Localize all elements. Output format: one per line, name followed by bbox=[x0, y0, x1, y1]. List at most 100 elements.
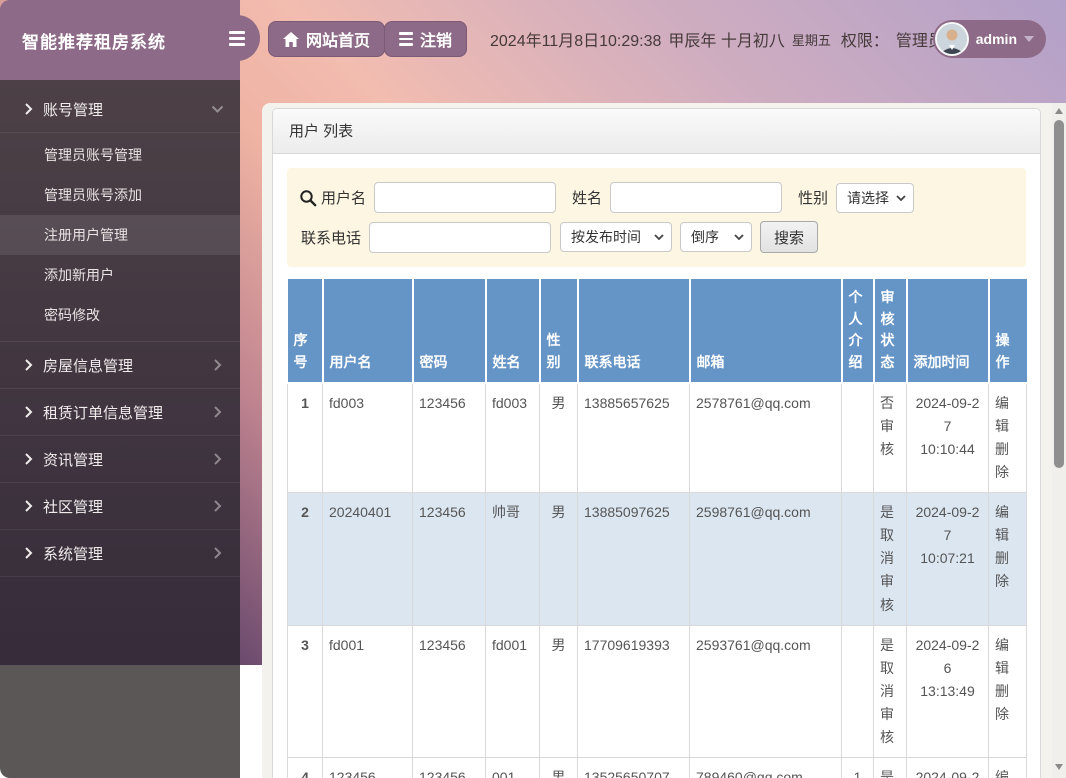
phone-input[interactable] bbox=[369, 221, 552, 253]
app-title-bar: 智能推荐租房系统 bbox=[0, 0, 240, 80]
chevron-down-icon bbox=[211, 105, 224, 114]
column-header: 添加时间 bbox=[905, 279, 989, 384]
cell-actions: 编辑 删除 bbox=[988, 757, 1027, 778]
delete-link[interactable]: 删除 bbox=[995, 441, 1009, 480]
search-button[interactable]: 搜索 bbox=[760, 221, 819, 253]
column-header: 操作 bbox=[987, 279, 1027, 384]
table-row: 1 fd003 123456 fd003 男 13885657625 2578761@qq.… bbox=[287, 382, 1027, 494]
sidebar-group-label: 房屋信息管理 bbox=[43, 357, 134, 375]
sort-order-select[interactable]: 倒序 bbox=[680, 222, 753, 252]
sidebar-group-1[interactable]: 账号管理 bbox=[0, 86, 240, 133]
chevron-right-icon bbox=[213, 406, 222, 418]
gender-select[interactable]: 请选择 bbox=[836, 182, 915, 213]
sidebar-group-6[interactable]: 系统管理 bbox=[0, 530, 240, 577]
cell-username: 20240401 bbox=[322, 492, 413, 626]
cell-actions: 编辑 删除 bbox=[988, 492, 1027, 626]
sidebar-subitem[interactable]: 管理员账号管理 bbox=[0, 135, 240, 175]
chevron-right-icon bbox=[24, 103, 33, 115]
chevron-right-icon bbox=[213, 547, 222, 559]
edit-link[interactable]: 编辑 bbox=[995, 637, 1009, 676]
table-head: 序号 用户名 密码 姓名 性别 联系电话 邮箱 个人介绍 审核状态 添加时间 操作 bbox=[287, 279, 1027, 384]
added-date: 2024-09-27 bbox=[915, 394, 980, 434]
cell-intro bbox=[841, 382, 874, 494]
cell-email: 2598761@qq.com bbox=[689, 492, 842, 626]
sidebar-subitem[interactable]: 管理员账号添加 bbox=[0, 175, 240, 215]
cell-audit-status: 是 取消审核 bbox=[873, 757, 907, 778]
column-header: 审核状态 bbox=[872, 279, 907, 384]
cell-name: fd003 bbox=[485, 382, 540, 494]
table-row: 3 fd001 123456 fd001 男 17709619393 2593761@qq.… bbox=[287, 624, 1027, 759]
top-header: 网站首页 注销 2024年11月8日10:29:38 甲辰年 十月初八 星期五 … bbox=[240, 0, 1066, 80]
logout-button-label: 注销 bbox=[420, 33, 453, 50]
column-header: 邮箱 bbox=[688, 279, 842, 384]
cell-username: 123456 bbox=[322, 757, 413, 778]
cell-password: 123456 bbox=[412, 624, 486, 759]
edit-link[interactable]: 编辑 bbox=[995, 504, 1009, 543]
cell-added-time: 2024-09-2611:07:43 bbox=[906, 757, 989, 778]
sidebar-subitem[interactable]: 密码修改 bbox=[0, 295, 240, 335]
cell-phone: 13525650707 bbox=[577, 757, 690, 778]
cell-seq: 3 bbox=[287, 624, 323, 759]
delete-link[interactable]: 删除 bbox=[995, 683, 1009, 722]
column-header: 序号 bbox=[287, 279, 323, 384]
sidebar-group-4[interactable]: 资讯管理 bbox=[0, 436, 240, 483]
chevron-right-icon bbox=[24, 547, 33, 559]
username-input[interactable] bbox=[374, 182, 557, 213]
column-header: 性别 bbox=[538, 279, 578, 384]
scrollbar-thumb[interactable] bbox=[1054, 120, 1064, 468]
audit-action-link[interactable]: 审核 bbox=[880, 418, 894, 457]
user-list-card: 用户 列表 用户名 姓名 性别 请选择 联系电话 按发布时间 倒序 搜索 序号 … bbox=[272, 108, 1041, 778]
cell-intro: 1 bbox=[841, 757, 874, 778]
card-header: 用户 列表 bbox=[273, 109, 1040, 154]
scroll-down-arrow[interactable] bbox=[1055, 764, 1063, 770]
audit-action-link[interactable]: 取消审核 bbox=[880, 527, 894, 612]
cell-intro bbox=[841, 624, 874, 759]
home-button-label: 网站首页 bbox=[306, 33, 371, 50]
chevron-right-icon bbox=[213, 359, 222, 371]
card-body: 用户名 姓名 性别 请选择 联系电话 按发布时间 倒序 搜索 序号 用户名 密码… bbox=[273, 154, 1040, 778]
edit-link[interactable]: 编辑 bbox=[995, 395, 1009, 434]
cell-password: 123456 bbox=[412, 757, 486, 778]
scroll-up-arrow[interactable] bbox=[1055, 108, 1063, 114]
sort-field-select[interactable]: 按发布时间 bbox=[560, 222, 673, 252]
audit-status-value: 是 bbox=[880, 504, 894, 521]
username-label: 用户名 bbox=[321, 190, 367, 207]
users-table: 序号 用户名 密码 姓名 性别 联系电话 邮箱 个人介绍 审核状态 添加时间 操作 1 fd003 12… bbox=[287, 279, 1027, 778]
home-button[interactable]: 网站首页 bbox=[268, 21, 386, 57]
search-icon bbox=[300, 189, 317, 206]
chevron-right-icon bbox=[24, 359, 33, 371]
main-content: 用户 列表 用户名 姓名 性别 请选择 联系电话 按发布时间 倒序 搜索 序号 … bbox=[262, 103, 1066, 778]
audit-action-link[interactable]: 取消审核 bbox=[880, 660, 894, 745]
sidebar-group-2[interactable]: 房屋信息管理 bbox=[0, 342, 240, 389]
sidebar-group-label: 资讯管理 bbox=[43, 451, 104, 469]
table-row: 4 123456 123456 001 男 13525650707 789460@qq.co… bbox=[287, 757, 1027, 778]
sidebar-group-label: 账号管理 bbox=[43, 101, 104, 119]
sidebar-subitem[interactable]: 添加新用户 bbox=[0, 255, 240, 295]
hamburger-icon bbox=[229, 30, 245, 46]
user-menu[interactable]: admin bbox=[932, 20, 1046, 58]
column-header: 用户名 bbox=[321, 279, 413, 384]
logout-button[interactable]: 注销 bbox=[384, 21, 468, 57]
cell-password: 123456 bbox=[412, 382, 486, 494]
lunar-date: 甲辰年 十月初八 bbox=[668, 33, 785, 50]
audit-status-value: 是 bbox=[880, 636, 894, 653]
delete-link[interactable]: 删除 bbox=[995, 550, 1009, 589]
cell-actions: 编辑 删除 bbox=[988, 382, 1027, 494]
name-input[interactable] bbox=[610, 182, 783, 213]
sidebar-subitem-active[interactable]: 注册用户管理 bbox=[0, 215, 240, 255]
edit-link[interactable]: 编辑 bbox=[995, 769, 1009, 778]
sidebar-toggle-button[interactable] bbox=[214, 15, 260, 61]
permission-label: 权限： bbox=[840, 33, 889, 50]
datetime-text: 2024年11月8日10:29:38 甲辰年 十月初八 星期五 权限： 管理员 bbox=[490, 0, 951, 78]
cell-intro bbox=[841, 492, 874, 626]
sidebar-group-3[interactable]: 租赁订单信息管理 bbox=[0, 389, 240, 436]
vertical-scrollbar[interactable] bbox=[1052, 103, 1066, 778]
column-header: 个人介绍 bbox=[840, 279, 874, 384]
cell-username: fd001 bbox=[322, 624, 413, 759]
cell-email: 2578761@qq.com bbox=[689, 382, 842, 494]
cell-seq: 4 bbox=[287, 757, 323, 778]
sidebar-group-5[interactable]: 社区管理 bbox=[0, 483, 240, 530]
menu-icon bbox=[399, 32, 413, 46]
added-time: 13:13:49 bbox=[920, 682, 975, 699]
phone-label: 联系电话 bbox=[301, 229, 362, 247]
